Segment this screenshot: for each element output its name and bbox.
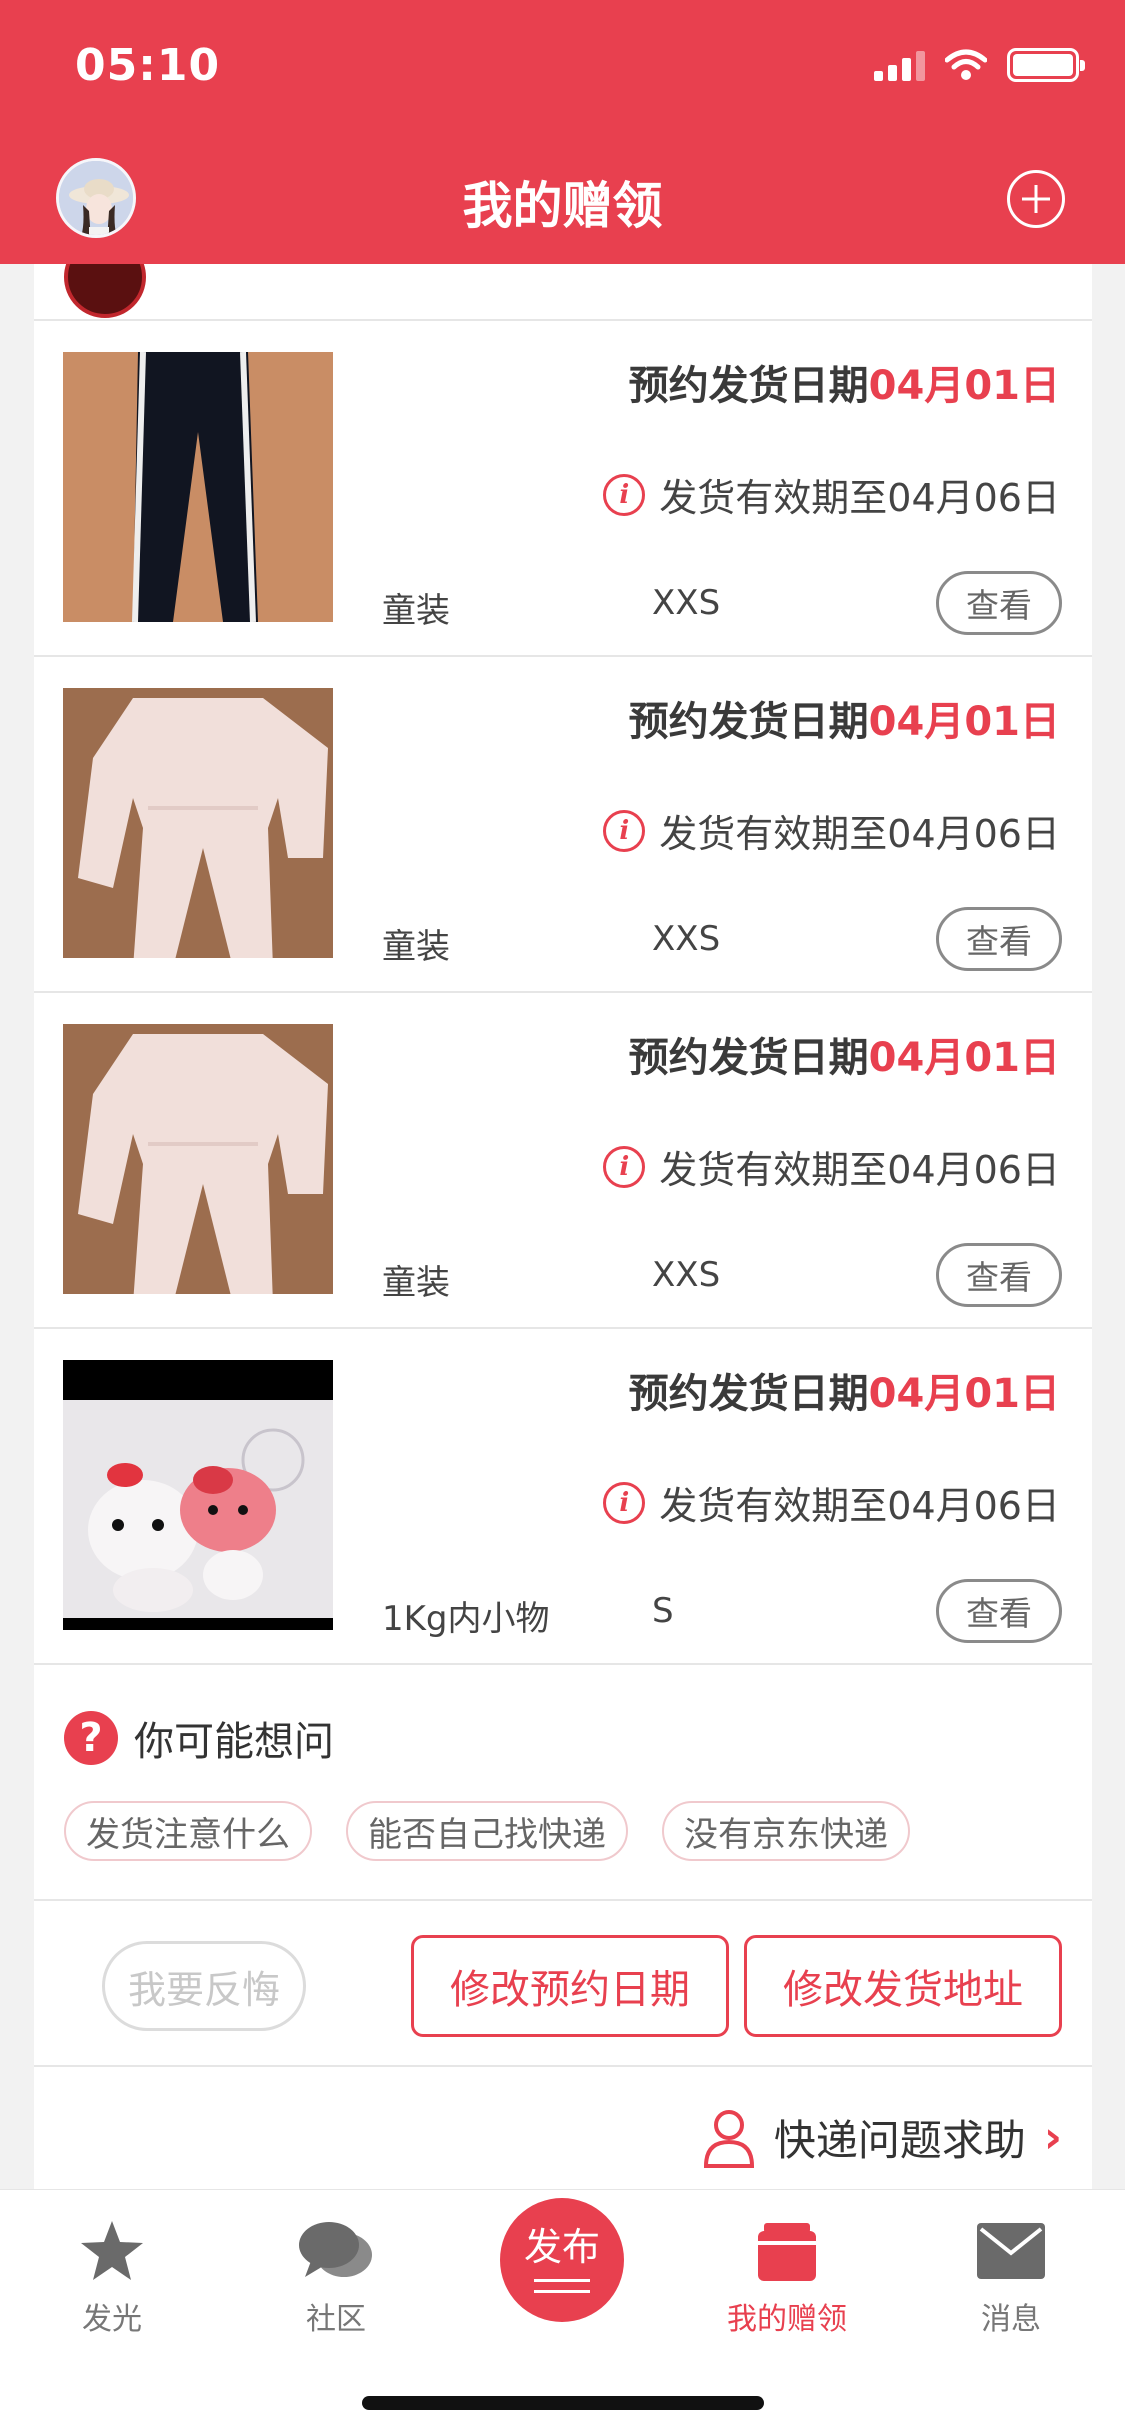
view-button[interactable]: 查看 [936, 907, 1062, 971]
item-category: 1Kg内小物 [382, 1599, 550, 1639]
item-category: 童装 [382, 927, 450, 967]
list-top-strip [34, 264, 1092, 321]
chat-bubbles-icon [299, 2222, 372, 2277]
ship-date: 预约发货日期04月01日 [628, 699, 1060, 745]
gift-box-icon [758, 2223, 816, 2281]
item-category: 童装 [382, 1263, 450, 1303]
ship-date: 预约发货日期04月01日 [628, 363, 1060, 409]
home-indicator[interactable] [362, 2396, 764, 2410]
ship-date: 预约发货日期04月01日 [628, 1371, 1060, 1417]
regret-button[interactable]: 我要反悔 [102, 1941, 306, 2031]
info-icon: i [603, 1145, 646, 1188]
publish-button[interactable]: 发布 [500, 2198, 624, 2322]
view-button[interactable]: 查看 [936, 571, 1062, 635]
faq-chip[interactable]: 能否自己找快递 [346, 1801, 628, 1861]
star-icon [81, 2221, 143, 2280]
faq-chip[interactable]: 发货注意什么 [64, 1801, 312, 1861]
validity-line: i 发货有效期至04月06日 [603, 803, 1060, 858]
battery-icon [1007, 48, 1085, 82]
item-thumbnail[interactable] [63, 352, 333, 622]
wifi-icon [945, 49, 987, 80]
envelope-icon [977, 2223, 1045, 2279]
info-icon: i [603, 1481, 646, 1524]
chevron-right-icon: › [1043, 2112, 1062, 2163]
signal-icon [874, 49, 925, 81]
validity-line: i 发货有效期至04月06日 [603, 467, 1060, 522]
user-avatar-partial [64, 264, 146, 318]
tab-shequ[interactable]: 社区 [251, 2216, 421, 2338]
view-button[interactable]: 查看 [936, 1243, 1062, 1307]
validity-line: i 发货有效期至04月06日 [603, 1139, 1060, 1194]
list-item: 预约发货日期04月01日 i 发货有效期至04月06日 1Kg内小物 S 查看 [34, 1329, 1092, 1665]
status-time: 05:10 [75, 40, 221, 91]
info-icon: i [603, 809, 646, 852]
item-thumbnail[interactable] [63, 1024, 333, 1294]
help-label: 快递问题求助 [773, 2116, 1026, 2165]
publish-icon [534, 2279, 590, 2293]
tab-faguang[interactable]: 发光 [27, 2216, 197, 2338]
ship-date: 预约发货日期04月01日 [628, 1035, 1060, 1081]
faq-title: ? 你可能想问 [64, 1709, 334, 1767]
tab-my-gifts[interactable]: 我的赠领 [702, 2216, 872, 2338]
change-address-button[interactable]: 修改发货地址 [744, 1935, 1062, 2037]
item-size: XXS [652, 919, 721, 959]
list-item: 预约发货日期04月01日 i 发货有效期至04月06日 童装 XXS 查看 [34, 321, 1092, 657]
item-size: XXS [652, 1255, 721, 1295]
app-header: 05:10 我的赠领 [0, 0, 1125, 264]
change-date-button[interactable]: 修改预约日期 [411, 1935, 729, 2037]
list-item: 预约发货日期04月01日 i 发货有效期至04月06日 童装 XXS 查看 [34, 657, 1092, 993]
list-item: 预约发货日期04月01日 i 发货有效期至04月06日 童装 XXS 查看 [34, 993, 1092, 1329]
content-card: 预约发货日期04月01日 i 发货有效期至04月06日 童装 XXS 查看 预约发… [34, 264, 1092, 2189]
tab-messages[interactable]: 消息 [926, 2216, 1096, 2338]
item-category: 童装 [382, 591, 450, 631]
view-button[interactable]: 查看 [936, 1579, 1062, 1643]
faq-section: ? 你可能想问 发货注意什么 能否自己找快递 没有京东快递 [34, 1665, 1092, 1901]
item-size: S [652, 1591, 674, 1631]
item-size: XXS [652, 583, 721, 623]
faq-chips: 发货注意什么 能否自己找快递 没有京东快递 [64, 1801, 910, 1861]
info-icon: i [603, 473, 646, 516]
item-thumbnail[interactable] [63, 1360, 333, 1630]
faq-chip[interactable]: 没有京东快递 [662, 1801, 910, 1861]
add-button[interactable] [1007, 170, 1065, 228]
shipping-help-row[interactable]: 快递问题求助 › [34, 2067, 1092, 2187]
status-icons [874, 48, 1085, 82]
person-icon [703, 2109, 754, 2168]
question-icon: ? [64, 1711, 118, 1765]
validity-line: i 发货有效期至04月06日 [603, 1475, 1060, 1530]
page-title: 我的赠领 [462, 177, 663, 235]
item-thumbnail[interactable] [63, 688, 333, 958]
action-bar: 我要反悔 修改预约日期 修改发货地址 [34, 1901, 1092, 2067]
